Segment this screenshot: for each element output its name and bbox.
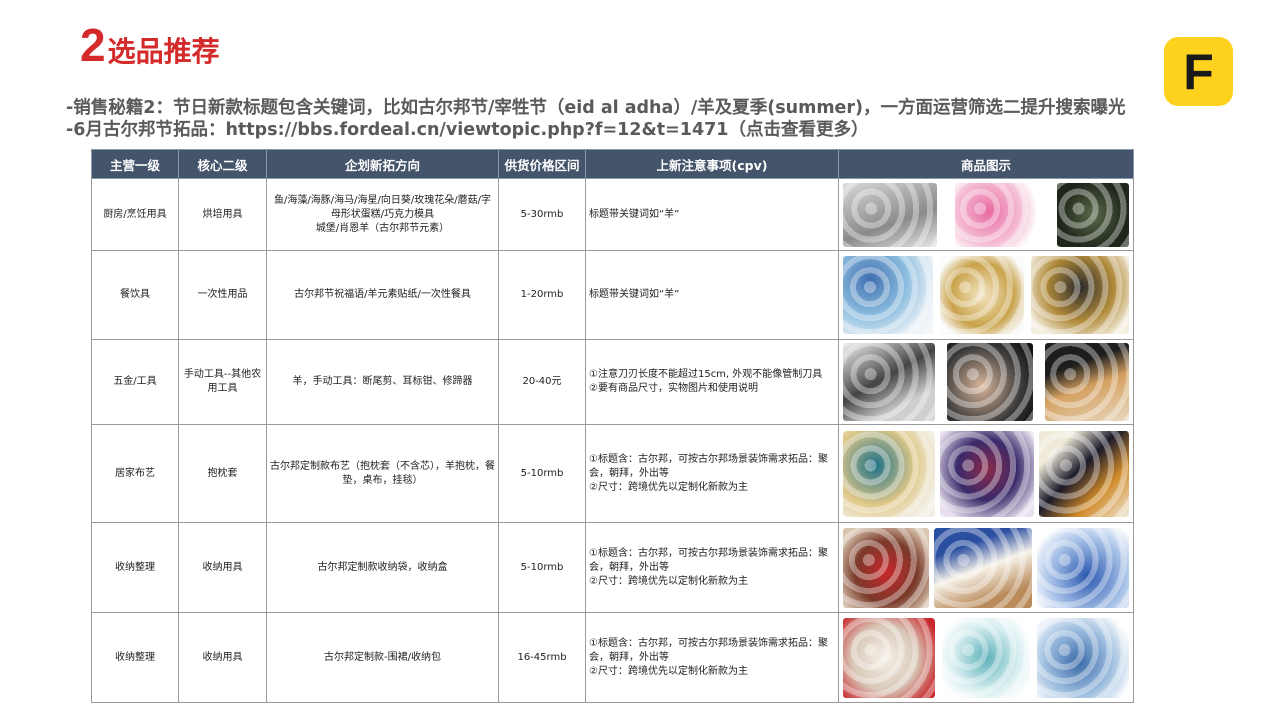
cookie-cutter-image: [1057, 182, 1129, 247]
logo-letter: F: [1183, 43, 1214, 100]
pink-pig-mold-image: [955, 182, 1039, 247]
table-runner-image: [1039, 430, 1129, 517]
sheep-mold-image: [843, 182, 937, 247]
cell-notes: ①标题含：古尔邦，可按古尔邦场景装饰需求拓品：聚会，朝拜，外出等 ②尺寸：跨境优先…: [585, 612, 839, 703]
cell-category-2: 烘培用具: [178, 178, 267, 251]
cell-price: 16-45rmb: [498, 612, 586, 703]
drawstring-bags-image: [843, 617, 935, 698]
hoof-knife-image: [1045, 343, 1129, 421]
gift-basket-image: [843, 527, 929, 608]
cell-notes: ①标题含：古尔邦，可按古尔邦场景装饰需求拓品：聚会，朝拜，外出等 ②尺寸：跨境优先…: [585, 522, 839, 613]
cell-category-2: 手动工具--其他农用工具: [178, 339, 267, 425]
cell-images: [838, 339, 1134, 425]
product-recommendation-table: 主营一级 核心二级 企划新拓方向 供货价格区间 上新注意事项(cpv) 商品图示…: [91, 149, 1134, 703]
slide-title: 2 选品推荐: [80, 22, 220, 70]
cushion-covers-image: [843, 430, 935, 517]
cell-direction: 古尔邦定制款布艺（抱枕套（不含芯），羊抱枕，餐垫，桌布，挂毯）: [266, 424, 499, 523]
header-category-1: 主营一级: [91, 149, 179, 179]
eid-box-stickers-image: [1031, 256, 1129, 334]
cell-category-1: 收纳整理: [91, 522, 179, 613]
cell-images: [838, 522, 1134, 613]
cell-category-2: 一次性用品: [178, 250, 267, 340]
table-row: 五金/工具 手动工具--其他农用工具 羊，手动工具：断尾剪、耳标钳、修蹄器 20…: [91, 339, 1134, 425]
cosmetic-pouches-image: [942, 617, 1030, 698]
cell-images: [838, 424, 1134, 523]
table-row: 居家布艺 抱枕套 古尔邦定制款布艺（抱枕套（不含芯），羊抱枕，餐垫，桌布，挂毯）…: [91, 424, 1134, 523]
cell-category-2: 抱枕套: [178, 424, 267, 523]
cell-direction: 古尔邦节祝福语/羊元素贴纸/一次性餐具: [266, 250, 499, 340]
table-row: 收纳整理 收纳用具 古尔邦定制款收纳袋，收纳盒 5-10rmb ①标题含：古尔邦…: [91, 522, 1134, 613]
cell-category-1: 居家布艺: [91, 424, 179, 523]
table-row: 厨房/烹饪用具 烘培用具 鱼/海藻/海豚/海马/海星/向日葵/玫瑰花朵/蘑菇/字…: [91, 178, 1134, 251]
section-number: 2: [80, 19, 106, 71]
tail-cutter-image: [843, 343, 935, 421]
cell-price: 1-20rmb: [498, 250, 586, 340]
cell-images: [838, 250, 1134, 340]
header-notes: 上新注意事项(cpv): [585, 149, 839, 179]
cell-category-2: 收纳用具: [178, 522, 267, 613]
table-row: 收纳整理 收纳用具 古尔邦定制款-围裙/收纳包 16-45rmb ①标题含：古尔…: [91, 612, 1134, 703]
header-images: 商品图示: [838, 149, 1134, 179]
cell-price: 5-10rmb: [498, 522, 586, 613]
pillow-set-image: [940, 430, 1034, 517]
header-direction: 企划新拓方向: [266, 149, 499, 179]
cell-notes: ①标题含：古尔邦，可按古尔邦场景装饰需求拓品：聚会，朝拜，外出等 ②尺寸：跨境优先…: [585, 424, 839, 523]
cell-category-1: 收纳整理: [91, 612, 179, 703]
cell-notes: ①注意刀刃长度不能超过15cm, 外观不能像管制刀具 ②要有商品尺寸，实物图片和使…: [585, 339, 839, 425]
notes-block: -销售秘籍2：节日新款标题包含关键词，比如古尔邦节/宰牲节（eid al adh…: [66, 97, 1126, 141]
cell-category-2: 收纳用具: [178, 612, 267, 703]
section-title: 选品推荐: [107, 35, 220, 68]
eid-link-line[interactable]: -6月古尔邦节拓品：https://bbs.fordeal.cn/viewtop…: [66, 119, 1126, 141]
syringe-image: [947, 343, 1033, 421]
cell-notes: 标题带关键词如“羊”: [585, 178, 839, 251]
cell-direction: 古尔邦定制款收纳袋，收纳盒: [266, 522, 499, 613]
header-price: 供货价格区间: [498, 149, 586, 179]
gift-bags-image: [934, 527, 1032, 608]
eid-stickers-image: [843, 256, 933, 334]
cell-direction: 鱼/海藻/海豚/海马/海星/向日葵/玫瑰花朵/蘑菇/字母形状蛋糕/巧克力模具 城堡…: [266, 178, 499, 251]
cell-images: [838, 178, 1134, 251]
table-row: 餐饮具 一次性用品 古尔邦节祝福语/羊元素贴纸/一次性餐具 1-20rmb 标题…: [91, 250, 1134, 340]
cell-direction: 羊，手动工具：断尾剪、耳标钳、修蹄器: [266, 339, 499, 425]
cell-images: [838, 612, 1134, 703]
cell-direction: 古尔邦定制款-围裙/收纳包: [266, 612, 499, 703]
cell-category-1: 餐饮具: [91, 250, 179, 340]
cell-price: 20-40元: [498, 339, 586, 425]
cell-price: 5-10rmb: [498, 424, 586, 523]
cell-price: 5-30rmb: [498, 178, 586, 251]
header-category-2: 核心二级: [178, 149, 267, 179]
cell-category-1: 厨房/烹饪用具: [91, 178, 179, 251]
cell-notes: 标题带关键词如“羊”: [585, 250, 839, 340]
cell-category-1: 五金/工具: [91, 339, 179, 425]
sales-tip-line: -销售秘籍2：节日新款标题包含关键词，比如古尔邦节/宰牲节（eid al adh…: [66, 98, 1126, 118]
table-header-row: 主营一级 核心二级 企划新拓方向 供货价格区间 上新注意事项(cpv) 商品图示: [91, 149, 1134, 179]
blue-boxes-image: [1037, 527, 1129, 608]
apron-image: [1037, 617, 1129, 698]
gold-stickers-image: [940, 256, 1024, 334]
fordeal-logo-icon: F: [1164, 37, 1233, 106]
